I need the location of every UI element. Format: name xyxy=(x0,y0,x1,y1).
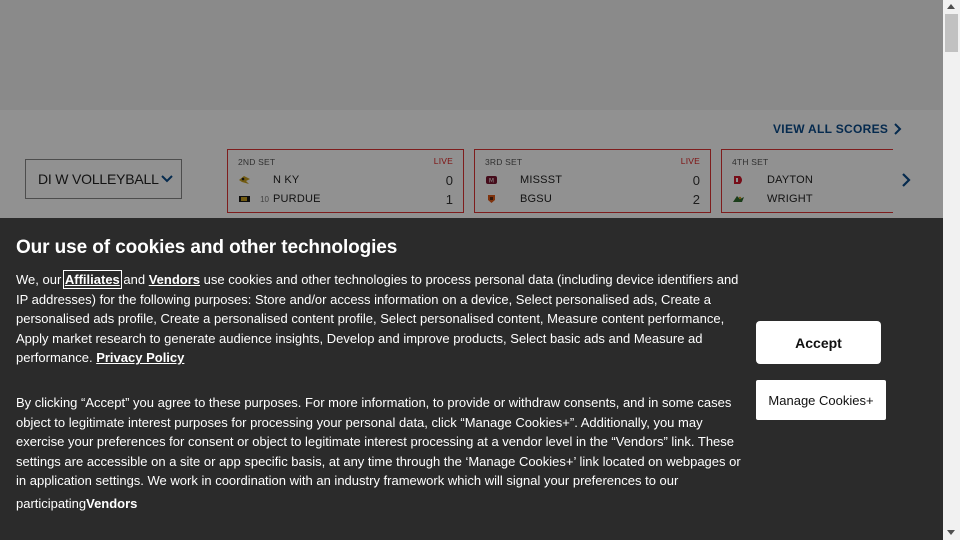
cookie-banner-purposes-text: We, our Affiliates and Vendors use cooki… xyxy=(16,270,741,368)
participating-vendors-link[interactable]: Vendors xyxy=(86,496,137,511)
scroll-down-icon[interactable] xyxy=(947,530,955,535)
cookie-banner-consent-text: By clicking “Accept” you agree to these … xyxy=(16,395,741,489)
manage-cookies-button[interactable]: Manage Cookies+ xyxy=(756,380,886,420)
purposes-and: and xyxy=(119,272,149,287)
scroll-up-icon[interactable] xyxy=(947,4,955,9)
scrollbar-thumb[interactable] xyxy=(945,14,958,52)
cookie-banner-title: Our use of cookies and other technologie… xyxy=(16,237,398,258)
cookie-consent-banner: Our use of cookies and other technologie… xyxy=(0,218,943,540)
accept-button[interactable]: Accept xyxy=(756,321,881,364)
scrollbar[interactable] xyxy=(943,0,960,540)
affiliates-link[interactable]: Affiliates xyxy=(62,270,122,289)
cookie-banner-participating-text: participatingVendors xyxy=(16,496,137,511)
participating-prefix: participating xyxy=(16,496,87,511)
privacy-policy-link[interactable]: Privacy Policy xyxy=(96,350,184,365)
vendors-link[interactable]: Vendors xyxy=(149,272,200,287)
purposes-prefix: We, our xyxy=(16,272,65,287)
